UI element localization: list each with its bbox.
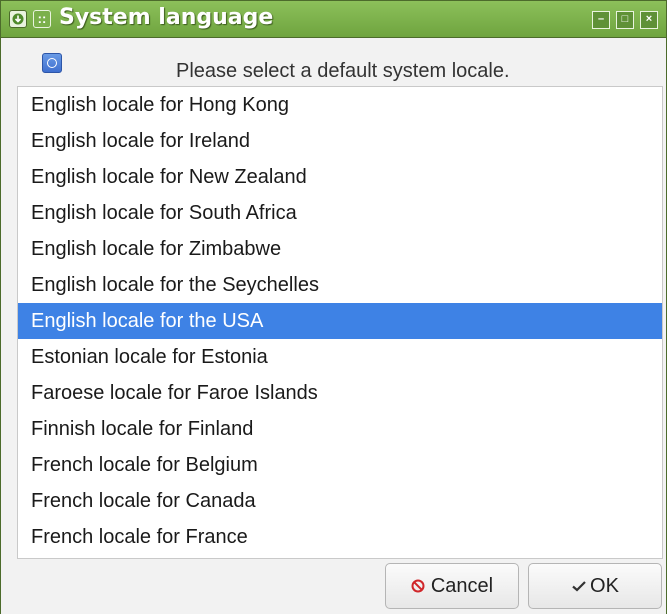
cancel-icon — [411, 565, 425, 609]
minimize-icon[interactable]: – — [592, 11, 610, 29]
prompt-text: Please select a default system locale. — [176, 60, 510, 82]
close-icon[interactable]: × — [640, 11, 658, 29]
maximize-icon[interactable]: □ — [616, 11, 634, 29]
dialog-header: Please select a default system locale. — [1, 38, 666, 86]
ok-button-label: OK — [590, 575, 619, 597]
locale-list[interactable]: English locale for Hong Kong English loc… — [17, 86, 663, 559]
locale-item[interactable]: French locale for Canada — [18, 483, 662, 519]
locale-item-selected[interactable]: English locale for the USA — [18, 303, 662, 339]
locale-item[interactable]: Estonian locale for Estonia — [18, 339, 662, 375]
download-icon[interactable] — [9, 10, 27, 28]
locale-item[interactable]: English locale for South Africa — [18, 195, 662, 231]
checkmark-icon — [571, 565, 587, 609]
locale-item[interactable]: French locale for Belgium — [18, 447, 662, 483]
title-bar[interactable]: :: System language – □ × — [1, 1, 666, 38]
button-row: Cancel OK — [1, 559, 666, 614]
locale-item[interactable]: English locale for Ireland — [18, 123, 662, 159]
locale-item[interactable]: English locale for New Zealand — [18, 159, 662, 195]
cancel-button-label: Cancel — [430, 575, 494, 597]
locale-item[interactable]: Finnish locale for Finland — [18, 411, 662, 447]
locale-item[interactable]: English locale for the Seychelles — [18, 267, 662, 303]
system-language-dialog: :: System language – □ × Please select a… — [0, 0, 667, 614]
locale-item[interactable]: Faroese locale for Faroe Islands — [18, 375, 662, 411]
locale-item[interactable]: English locale for Zimbabwe — [18, 231, 662, 267]
globe-icon — [42, 53, 62, 73]
menu-grip-icon[interactable]: :: — [33, 10, 51, 28]
window-title: System language — [59, 5, 274, 30]
cancel-button[interactable]: Cancel — [385, 563, 519, 609]
locale-item[interactable]: French locale for France — [18, 519, 662, 555]
ok-button[interactable]: OK — [528, 563, 662, 609]
locale-item[interactable]: English locale for Hong Kong — [18, 87, 662, 123]
